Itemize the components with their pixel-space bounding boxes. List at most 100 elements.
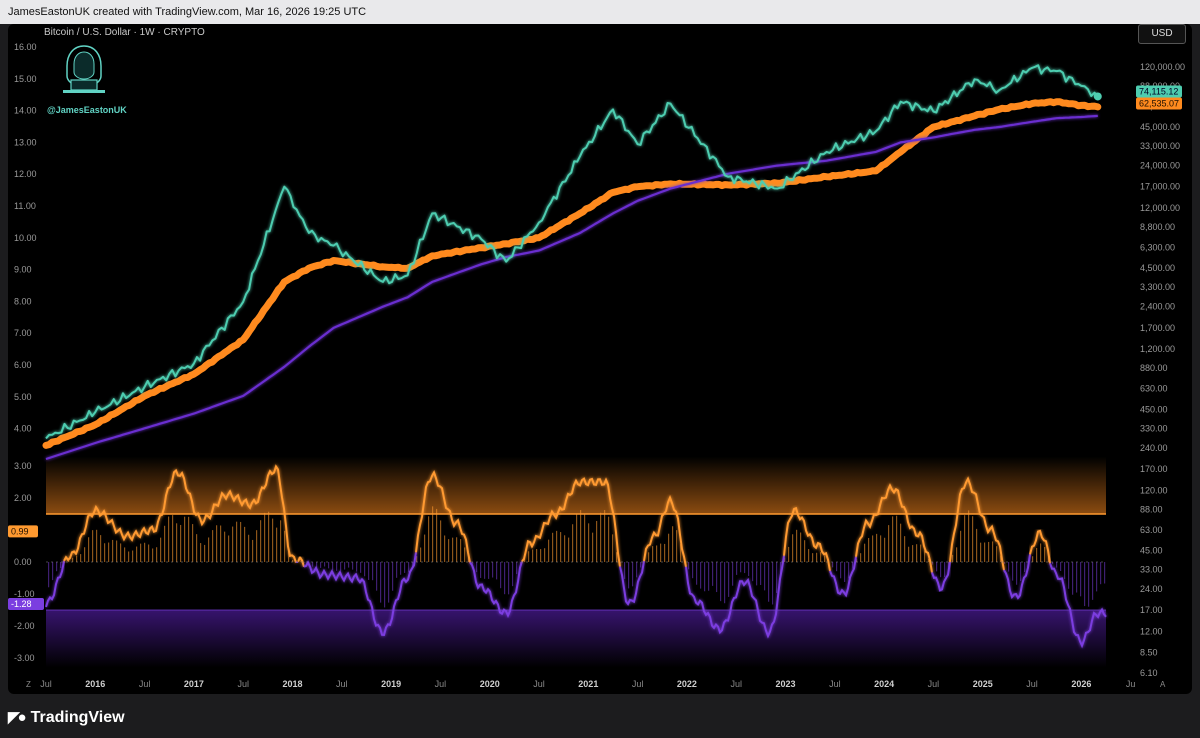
histogram-bar [652,546,654,562]
time-axis-tick: 2025 [973,679,993,689]
histogram-bar [272,518,274,562]
histogram-bar [1104,562,1106,584]
histogram-bar [144,542,146,562]
histogram-bar [252,539,254,562]
histogram-bar [284,530,286,562]
histogram-bar [632,562,634,587]
histogram-bar [248,534,250,562]
histogram-bar [1096,562,1098,592]
right-axis-tick: 450.00 [1140,404,1168,414]
time-axis-tick: Jul [928,679,940,689]
osc-axis-tick: -1.00 [14,589,35,599]
histogram-bar [996,546,998,562]
histogram-bar [908,546,910,562]
histogram-bar [168,516,170,562]
right-axis-tick: 1,200.00 [1140,344,1175,354]
right-axis-tick: 17.00 [1140,605,1163,615]
histogram-bar [100,535,102,562]
histogram-bar [672,526,674,562]
histogram-bar [220,525,222,562]
right-axis-tick: 240.00 [1140,443,1168,453]
histogram-bar [744,562,746,574]
right-axis-tick: 45.00 [1140,545,1163,555]
histogram-bar [56,562,58,572]
time-axis-tick: Jul [632,679,644,689]
histogram-bar [1036,547,1038,562]
right-axis: 120,000.0088,000.0063,000.0045,000.0033,… [1140,62,1185,678]
left-axis-tick: 9.00 [14,265,32,275]
histogram-bar [476,562,478,573]
histogram-bar [548,539,550,562]
histogram-bar [292,559,294,562]
histogram-bar [724,562,726,604]
time-axis-tick: 2017 [184,679,204,689]
chart-frame[interactable]: 16.00 15.00 14.00 13.00 12.00 11.00 10.00 9.00 8… [8,24,1192,694]
zoom-z-label: Z [26,680,31,689]
time-axis-tick: 2020 [480,679,500,689]
time-axis-tick: Jul [40,679,52,689]
histogram-bar [276,527,278,562]
histogram-bar [984,542,986,562]
histogram-bar [852,562,854,569]
histogram-bar [1052,562,1054,565]
histogram-bar [596,520,598,562]
left-axis-tick: 16.00 [14,42,37,52]
time-axis-tick: Jul [533,679,545,689]
histogram-bar [920,544,922,562]
histogram-bar [988,541,990,562]
histogram-bar [380,562,382,603]
time-axis-tick: Jul [336,679,348,689]
histogram-bar [712,562,714,586]
histogram-bar [964,515,966,562]
histogram-bar [696,562,698,585]
osc-lower-badge: -1.28 [11,599,32,609]
histogram-bar [1076,562,1078,593]
histogram-bar [768,562,770,602]
histogram-bar [424,534,426,562]
histogram-bar [788,546,790,562]
histogram-bar [752,562,754,582]
time-axis-tick: 2024 [874,679,894,689]
band-price-badge: 62,535.07 [1139,98,1179,108]
histogram-bar [980,542,982,562]
histogram-bar [776,562,778,593]
histogram-bar [880,535,882,562]
histogram-bar [184,516,186,562]
histogram-bar [1044,546,1046,562]
histogram-bar [564,535,566,562]
right-axis-tick: 24.00 [1140,584,1163,594]
histogram-bar [944,562,946,578]
currency-button[interactable]: USD [1138,24,1186,44]
left-axis-tick: 4.00 [14,424,32,434]
histogram-bar [1004,562,1006,564]
histogram-bar [140,543,142,562]
histogram-bar [504,562,506,595]
left-axis-tick: 7.00 [14,328,32,338]
histogram-bar [156,547,158,562]
right-axis-tick: 120.00 [1140,485,1168,495]
histogram [48,506,1106,608]
left-axis-tick: 11.00 [14,201,36,211]
time-axis-tick: Jul [730,679,742,689]
histogram-bar [204,544,206,562]
histogram-bar [448,539,450,562]
histogram-bar [488,562,490,579]
histogram-bar [320,562,322,568]
histogram-bar [464,547,466,562]
histogram-bar [372,562,374,581]
time-axis-tick: 2018 [282,679,302,689]
right-axis-tick: 12.00 [1140,627,1163,637]
histogram-bar [1072,562,1074,595]
histogram-bar [772,562,774,605]
histogram-bar [576,513,578,562]
chart-svg[interactable]: 16.00 15.00 14.00 13.00 12.00 11.00 10.00 9.00 8… [8,24,1192,694]
histogram-bar [840,562,842,579]
histogram-bar [152,548,154,562]
right-axis-tick: 8,800.00 [1140,222,1175,232]
time-axis-tick: Jul [139,679,151,689]
histogram-bar [760,562,762,585]
histogram-bar [460,539,462,562]
histogram-bar [1088,562,1090,607]
credit-bar: JamesEastonUK created with TradingView.c… [0,0,1200,24]
histogram-bar [192,524,194,562]
